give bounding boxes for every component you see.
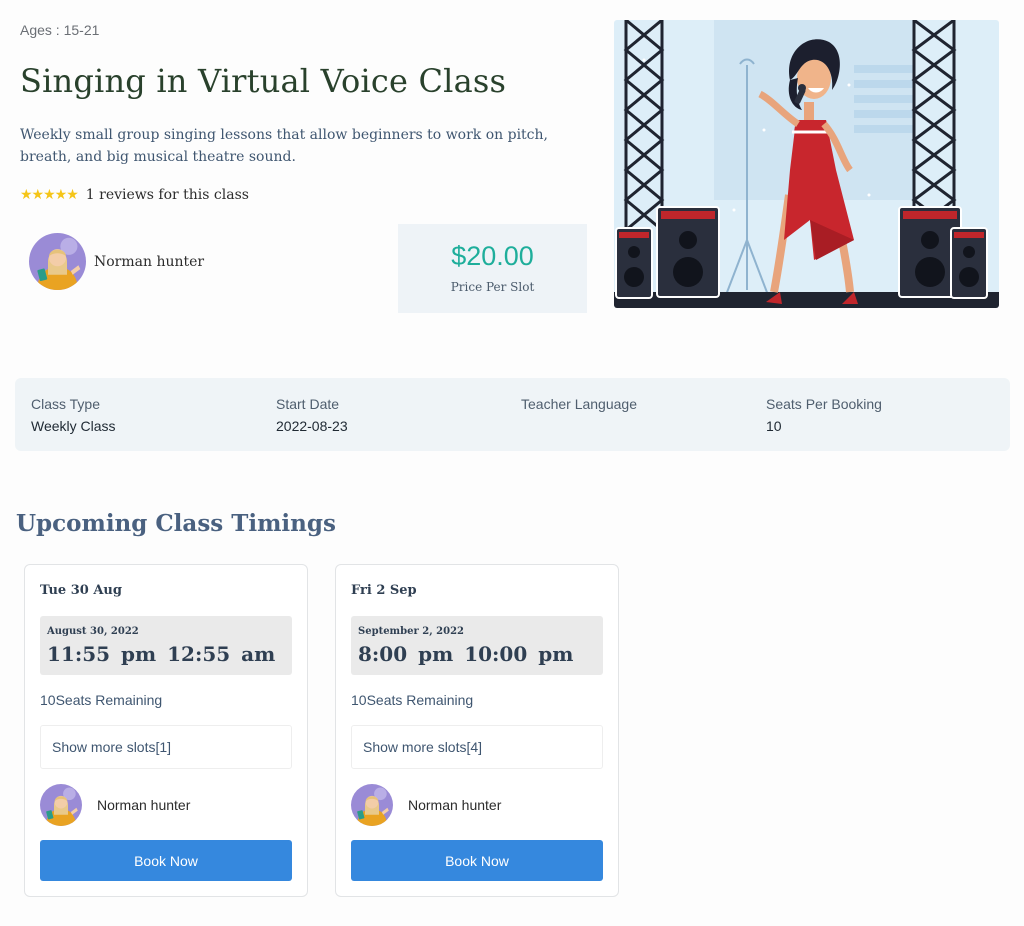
card-teacher[interactable]: Norman hunter — [40, 784, 190, 826]
seats-remaining: 10Seats Remaining — [40, 692, 163, 708]
card-teacher[interactable]: Norman hunter — [351, 784, 501, 826]
book-now-button[interactable]: Book Now — [40, 840, 292, 881]
time-range: 8:00 pm 10:00 pm — [358, 642, 573, 666]
teacher-profile[interactable]: Norman hunter — [29, 233, 204, 290]
info-teacher-language: Teacher Language — [521, 396, 637, 418]
reviews-link[interactable]: 1 reviews for this class — [86, 187, 249, 203]
info-value: 10 — [766, 418, 782, 434]
time-box: August 30, 2022 11:55 pm 12:55 am — [40, 616, 292, 675]
show-more-slots-button[interactable]: Show more slots[4] — [351, 725, 603, 769]
info-label: Class Type — [31, 396, 100, 412]
price-box: $20.00 Price Per Slot — [398, 224, 587, 313]
info-label: Start Date — [276, 396, 340, 412]
class-hero-image — [614, 20, 999, 308]
info-value: 2022-08-23 — [276, 418, 348, 434]
show-more-slots-button[interactable]: Show more slots[1] — [40, 725, 292, 769]
book-now-button[interactable]: Book Now — [351, 840, 603, 881]
card-day: Fri 2 Sep — [351, 583, 417, 598]
teacher-avatar — [29, 233, 86, 290]
info-start-date: Start Date 2022-08-23 — [276, 396, 348, 434]
teacher-name[interactable]: Norman hunter — [94, 254, 204, 270]
time-date: September 2, 2022 — [358, 626, 464, 637]
start-time: 8:00 pm — [358, 642, 454, 666]
class-description: Weekly small group singing lessons that … — [20, 127, 548, 165]
teacher-name[interactable]: Norman hunter — [408, 797, 501, 813]
info-label: Seats Per Booking — [766, 396, 882, 412]
teacher-avatar — [40, 784, 82, 826]
end-time: 10:00 pm — [464, 642, 574, 666]
info-seats-per-booking: Seats Per Booking 10 — [766, 396, 882, 434]
class-title: Singing in Virtual Voice Class — [20, 62, 507, 100]
teacher-avatar — [351, 784, 393, 826]
timing-card: Fri 2 Sep September 2, 2022 8:00 pm 10:0… — [335, 564, 619, 897]
timing-card: Tue 30 Aug August 30, 2022 11:55 pm 12:5… — [24, 564, 308, 897]
ages-label: Ages : 15-21 — [20, 22, 100, 38]
start-time: 11:55 pm — [47, 642, 157, 666]
card-day: Tue 30 Aug — [40, 583, 122, 598]
end-time: 12:55 am — [167, 642, 276, 666]
info-class-type: Class Type Weekly Class — [31, 396, 116, 434]
upcoming-timings-title: Upcoming Class Timings — [16, 510, 336, 537]
class-info-bar: Class Type Weekly Class Start Date 2022-… — [15, 378, 1010, 451]
rating-row: ★★★★★ 1 reviews for this class — [20, 186, 249, 203]
teacher-name[interactable]: Norman hunter — [97, 797, 190, 813]
info-value: Weekly Class — [31, 418, 116, 434]
time-date: August 30, 2022 — [47, 626, 139, 637]
time-range: 11:55 pm 12:55 am — [47, 642, 275, 666]
seats-remaining: 10Seats Remaining — [351, 692, 474, 708]
price-value: $20.00 — [451, 241, 534, 271]
star-rating-icon: ★★★★★ — [20, 186, 79, 202]
time-box: September 2, 2022 8:00 pm 10:00 pm — [351, 616, 603, 675]
info-label: Teacher Language — [521, 396, 637, 412]
price-label: Price Per Slot — [450, 280, 535, 294]
